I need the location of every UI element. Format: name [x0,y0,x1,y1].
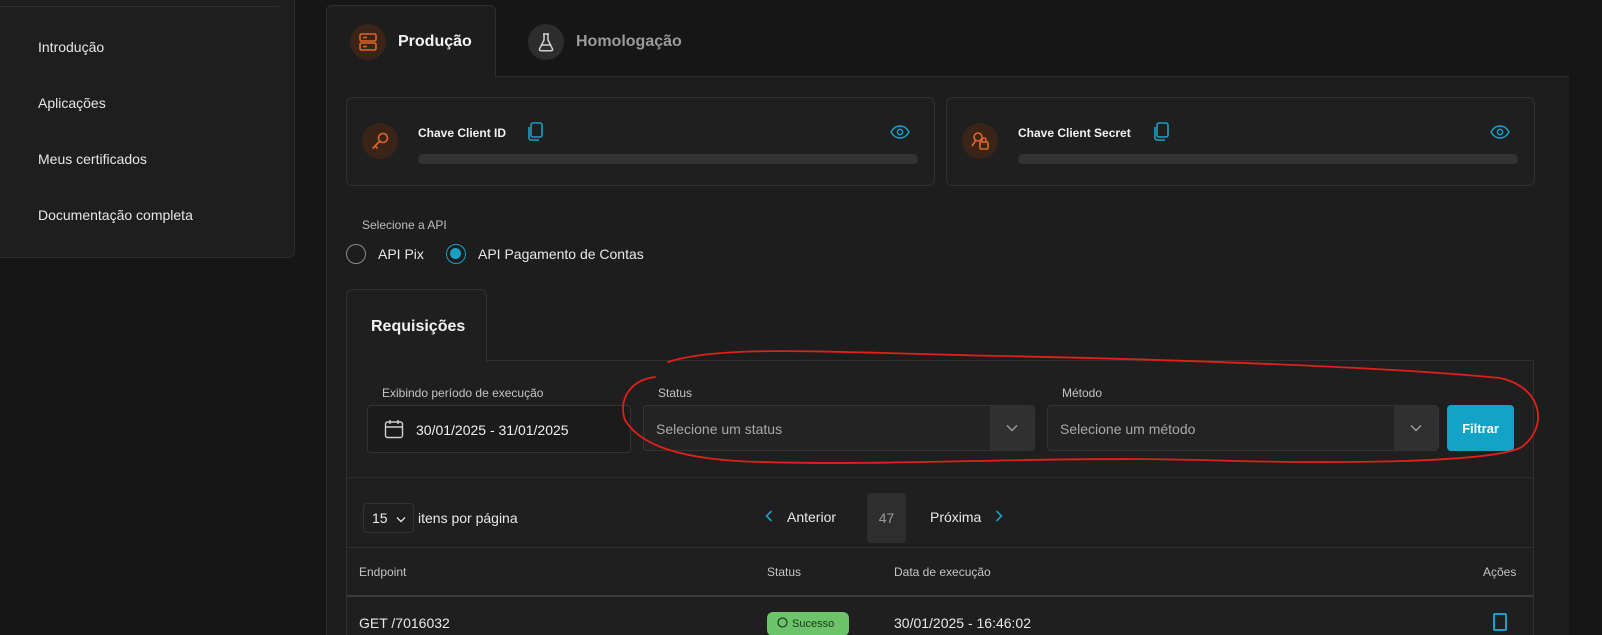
radio-api-pix[interactable] [346,244,366,264]
check-circle-icon [777,617,788,631]
per-page-value: 15 [372,510,388,526]
status-badge-label: Sucesso [792,618,835,630]
tab-label: Produção [398,33,472,50]
cell-date: 30/01/2025 - 16:46:02 [894,615,1032,631]
chevron-down-icon[interactable] [1394,406,1438,450]
column-header-date: Data de execução [894,565,991,579]
key-icon [362,123,398,159]
period-label: Exibindo período de execução [382,386,544,400]
sidebar-item-aplicacoes[interactable]: Aplicações [38,95,106,111]
sidebar-item-certificados[interactable]: Meus certificados [38,151,147,167]
eye-icon[interactable] [1490,125,1510,144]
tab-label: Homologação [576,32,682,50]
tab-homologacao[interactable]: Homologação [528,5,682,78]
previous-page-button[interactable]: Anterior [765,509,836,525]
divider [347,547,1533,548]
calendar-icon [384,419,404,444]
server-icon [350,24,386,60]
next-page-button[interactable]: Próxima [930,509,1003,525]
column-header-endpoint: Endpoint [359,565,407,579]
flask-icon [528,23,564,60]
divider [347,477,1533,478]
client-secret-card: Chave Client Secret [946,97,1535,186]
per-page-select[interactable]: 15 [363,503,414,533]
table-header-divider [347,595,1533,597]
eye-icon[interactable] [890,125,910,144]
client-id-masked-value [418,154,918,164]
radio-api-pagamento-contas[interactable] [446,244,466,264]
client-id-card: Chave Client ID [346,97,935,186]
key-lock-icon [962,123,998,159]
api-select-label: Selecione a API [362,218,447,232]
chevron-right-icon [995,509,1003,525]
status-select[interactable]: Selecione um status [643,405,1035,451]
radio-label-api-pagamento-contas[interactable]: API Pagamento de Contas [478,246,644,262]
copy-icon[interactable] [1152,122,1170,147]
client-secret-masked-value [1018,154,1518,164]
method-select[interactable]: Selecione um método [1047,405,1439,451]
requests-panel [346,360,1534,635]
method-label: Método [1062,386,1103,400]
filter-button[interactable]: Filtrar [1447,405,1514,451]
chevron-down-icon[interactable] [990,406,1034,450]
tab-producao[interactable]: Produção [326,5,496,78]
method-placeholder: Selecione um método [1060,421,1196,437]
status-label: Status [658,386,693,400]
previous-label: Anterior [787,509,837,525]
tab-label: Requisições [371,318,466,335]
tab-requisicoes[interactable]: Requisições [346,289,487,362]
client-secret-label: Chave Client Secret [1018,126,1131,140]
current-page[interactable]: 47 [867,493,906,543]
client-id-label: Chave Client ID [418,126,507,140]
date-range-value: 30/01/2025 - 31/01/2025 [416,422,569,438]
document-icon[interactable] [1493,613,1507,631]
copy-icon[interactable] [526,122,544,147]
cell-endpoint: GET /7016032 [359,615,450,631]
chevron-left-icon [765,509,773,525]
radio-label-api-pix[interactable]: API Pix [378,246,424,262]
column-header-actions: Ações [1483,565,1517,579]
chevron-down-icon [396,510,406,526]
status-placeholder: Selecione um status [656,421,783,437]
status-badge: Sucesso [767,612,849,635]
per-page-label: itens por página [418,510,518,526]
sidebar: Introdução Aplicações Meus certificados … [0,0,295,258]
sidebar-item-introducao[interactable]: Introdução [38,39,104,55]
divider [0,6,279,7]
date-range-picker[interactable]: 30/01/2025 - 31/01/2025 [367,405,631,453]
next-label: Próxima [930,509,982,525]
column-header-status: Status [767,565,802,579]
sidebar-item-documentacao[interactable]: Documentação completa [38,207,193,223]
